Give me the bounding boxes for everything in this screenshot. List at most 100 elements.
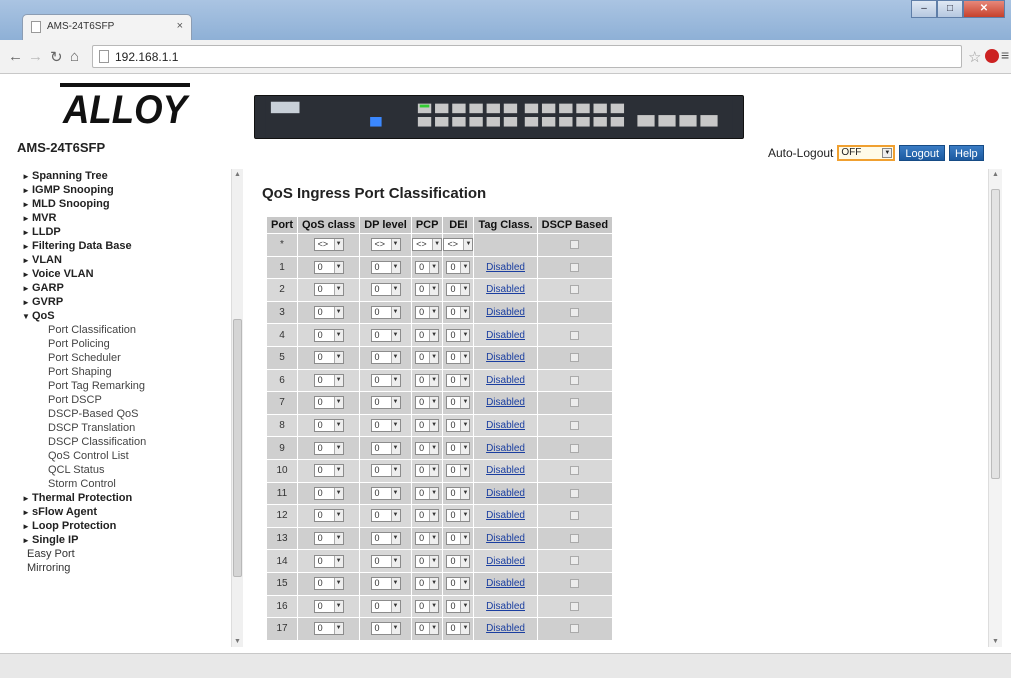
help-button[interactable]: Help bbox=[949, 145, 984, 161]
qos-class-select[interactable]: 0 ▼ bbox=[313, 509, 344, 523]
dscp-based-checkbox[interactable] bbox=[570, 466, 580, 476]
dei-select[interactable]: 0 ▼ bbox=[446, 554, 471, 568]
dp-level-select[interactable]: 0 ▼ bbox=[370, 577, 401, 591]
qos-class-select[interactable]: 0 ▼ bbox=[313, 464, 344, 478]
dscp-based-checkbox[interactable] bbox=[570, 398, 580, 408]
tag-class-link[interactable]: Disabled bbox=[486, 533, 525, 544]
sidebar-item-port-policing[interactable]: Port Policing bbox=[22, 337, 146, 351]
dp-level-select[interactable]: 0 ▼ bbox=[370, 396, 401, 410]
wildcard-dp-level-select[interactable]: <> ▼ bbox=[370, 238, 401, 252]
dp-level-select[interactable]: 0 ▼ bbox=[370, 283, 401, 297]
back-arrow-icon[interactable]: ← bbox=[8, 48, 23, 65]
dp-level-select[interactable]: 0 ▼ bbox=[370, 622, 401, 636]
dp-level-select[interactable]: 0 ▼ bbox=[370, 441, 401, 455]
dp-level-select[interactable]: 0 ▼ bbox=[370, 419, 401, 433]
dei-select[interactable]: 0 ▼ bbox=[446, 328, 471, 342]
dscp-based-checkbox[interactable] bbox=[570, 375, 580, 385]
tag-class-link[interactable]: Disabled bbox=[486, 352, 525, 363]
wildcard-dscp-checkbox[interactable] bbox=[570, 240, 580, 250]
qos-class-select[interactable]: 0 ▼ bbox=[313, 373, 344, 387]
dscp-based-checkbox[interactable] bbox=[570, 420, 580, 430]
tag-class-link[interactable]: Disabled bbox=[486, 465, 525, 476]
qos-class-select[interactable]: 0 ▼ bbox=[313, 532, 344, 546]
extension-icon[interactable] bbox=[985, 49, 999, 63]
qos-class-select[interactable]: 0 ▼ bbox=[313, 351, 344, 365]
scroll-up-icon[interactable]: ▲ bbox=[234, 171, 241, 178]
sidebar-item-igmp-snooping[interactable]: ► IGMP Snooping bbox=[22, 183, 146, 197]
pcp-select[interactable]: 0 ▼ bbox=[415, 554, 440, 568]
tag-class-link[interactable]: Disabled bbox=[486, 284, 525, 295]
tag-class-link[interactable]: Disabled bbox=[486, 510, 525, 521]
dp-level-select[interactable]: 0 ▼ bbox=[370, 554, 401, 568]
dei-select[interactable]: 0 ▼ bbox=[446, 509, 471, 523]
tag-class-link[interactable]: Disabled bbox=[486, 420, 525, 431]
tag-class-link[interactable]: Disabled bbox=[486, 262, 525, 273]
dei-select[interactable]: 0 ▼ bbox=[446, 260, 471, 274]
dscp-based-checkbox[interactable] bbox=[570, 443, 580, 453]
tag-class-link[interactable]: Disabled bbox=[486, 330, 525, 341]
sidebar-item-easy-port[interactable]: Easy Port bbox=[22, 547, 146, 561]
main-scrollbar[interactable]: ▲ ▼ bbox=[988, 169, 1002, 647]
qos-class-select[interactable]: 0 ▼ bbox=[313, 441, 344, 455]
dscp-based-checkbox[interactable] bbox=[570, 285, 580, 295]
tag-class-link[interactable]: Disabled bbox=[486, 397, 525, 408]
dscp-based-checkbox[interactable] bbox=[570, 533, 580, 543]
wildcard-pcp-select[interactable]: <> ▼ bbox=[412, 238, 443, 252]
pcp-select[interactable]: 0 ▼ bbox=[415, 373, 440, 387]
sidebar-item-mld-snooping[interactable]: ► MLD Snooping bbox=[22, 197, 146, 211]
qos-class-select[interactable]: 0 ▼ bbox=[313, 599, 344, 613]
sidebar-item-dscp-translation[interactable]: DSCP Translation bbox=[22, 421, 146, 435]
dei-select[interactable]: 0 ▼ bbox=[446, 306, 471, 320]
sidebar-item-filtering-data-base[interactable]: ► Filtering Data Base bbox=[22, 239, 146, 253]
dei-select[interactable]: 0 ▼ bbox=[446, 577, 471, 591]
qos-class-select[interactable]: 0 ▼ bbox=[313, 622, 344, 636]
pcp-select[interactable]: 0 ▼ bbox=[415, 509, 440, 523]
pcp-select[interactable]: 0 ▼ bbox=[415, 306, 440, 320]
dei-select[interactable]: 0 ▼ bbox=[446, 599, 471, 613]
dp-level-select[interactable]: 0 ▼ bbox=[370, 306, 401, 320]
dscp-based-checkbox[interactable] bbox=[570, 330, 580, 340]
sidebar-item-port-classification[interactable]: Port Classification bbox=[22, 323, 146, 337]
dei-select[interactable]: 0 ▼ bbox=[446, 419, 471, 433]
dp-level-select[interactable]: 0 ▼ bbox=[370, 351, 401, 365]
sidebar-item-port-tag-remarking[interactable]: Port Tag Remarking bbox=[22, 379, 146, 393]
dei-select[interactable]: 0 ▼ bbox=[446, 373, 471, 387]
sidebar-item-qos-control-list[interactable]: QoS Control List bbox=[22, 449, 146, 463]
qos-class-select[interactable]: 0 ▼ bbox=[313, 306, 344, 320]
minimize-icon[interactable]: – bbox=[911, 0, 937, 18]
dei-select[interactable]: 0 ▼ bbox=[446, 464, 471, 478]
pcp-select[interactable]: 0 ▼ bbox=[415, 622, 440, 636]
dscp-based-checkbox[interactable] bbox=[570, 262, 580, 272]
pcp-select[interactable]: 0 ▼ bbox=[415, 464, 440, 478]
pcp-select[interactable]: 0 ▼ bbox=[415, 328, 440, 342]
tab-close-icon[interactable]: × bbox=[177, 20, 183, 32]
scroll-down-icon[interactable]: ▼ bbox=[234, 638, 241, 645]
menu-icon[interactable]: ≡ bbox=[1001, 47, 1009, 63]
logout-button[interactable]: Logout bbox=[899, 145, 946, 161]
dp-level-select[interactable]: 0 ▼ bbox=[370, 328, 401, 342]
maximize-icon[interactable]: □ bbox=[937, 0, 963, 18]
dei-select[interactable]: 0 ▼ bbox=[446, 622, 471, 636]
sidebar-item-vlan[interactable]: ► VLAN bbox=[22, 253, 146, 267]
pcp-select[interactable]: 0 ▼ bbox=[415, 486, 440, 500]
sidebar-item-qcl-status[interactable]: QCL Status bbox=[22, 463, 146, 477]
tag-class-link[interactable]: Disabled bbox=[486, 307, 525, 318]
dp-level-select[interactable]: 0 ▼ bbox=[370, 486, 401, 500]
scroll-down-icon[interactable]: ▼ bbox=[992, 638, 999, 645]
dscp-based-checkbox[interactable] bbox=[570, 624, 580, 634]
qos-class-select[interactable]: 0 ▼ bbox=[313, 283, 344, 297]
wildcard-dei-select[interactable]: <> ▼ bbox=[443, 238, 474, 252]
pcp-select[interactable]: 0 ▼ bbox=[415, 577, 440, 591]
qos-class-select[interactable]: 0 ▼ bbox=[313, 577, 344, 591]
pcp-select[interactable]: 0 ▼ bbox=[415, 260, 440, 274]
sidebar-item-port-shaping[interactable]: Port Shaping bbox=[22, 365, 146, 379]
reload-icon[interactable]: ↻ bbox=[50, 48, 63, 66]
dscp-based-checkbox[interactable] bbox=[570, 601, 580, 611]
tag-class-link[interactable]: Disabled bbox=[486, 578, 525, 589]
tag-class-link[interactable]: Disabled bbox=[486, 556, 525, 567]
qos-class-select[interactable]: 0 ▼ bbox=[313, 396, 344, 410]
tag-class-link[interactable]: Disabled bbox=[486, 375, 525, 386]
dei-select[interactable]: 0 ▼ bbox=[446, 441, 471, 455]
sidebar-scroll-thumb[interactable] bbox=[233, 319, 242, 577]
sidebar-item-thermal-protection[interactable]: ► Thermal Protection bbox=[22, 491, 146, 505]
